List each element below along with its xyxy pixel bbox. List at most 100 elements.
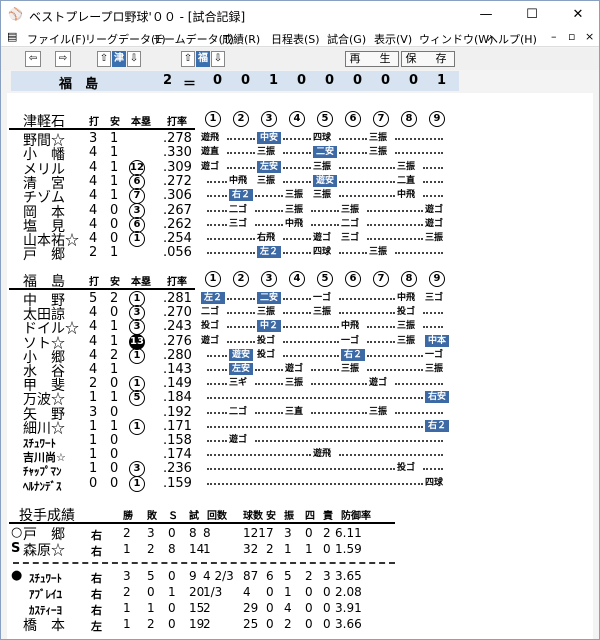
fukushima-player-h: 1 xyxy=(110,319,119,335)
tsugaru-player-avg: .272 xyxy=(163,173,192,189)
game-record-sheet[interactable]: 津軽石打安本塁 打率 1 2 3 4 5 6 7 8 9 野間☆ 3 1.278 遊飛 中安 四球 三振小 幡41… xyxy=(7,93,595,639)
pitching-header: 振 xyxy=(284,511,294,522)
pitcher-stat-h: 2 xyxy=(266,542,274,556)
close-button[interactable]: ✕ xyxy=(555,1,599,29)
fukushima-dots xyxy=(423,468,443,471)
fukushima-at-bat-result: 三振 xyxy=(257,307,276,318)
team1-badge[interactable]: 津 xyxy=(112,51,126,67)
pitcher-stat-l: 2 xyxy=(147,542,155,556)
tsugaru-player-ab: 4 xyxy=(89,145,98,161)
fukushima-at-bat-result: 三振 xyxy=(425,364,444,374)
fukushima-dots xyxy=(207,468,395,471)
fukushima-at-bat-result: 三ギ xyxy=(229,378,248,389)
score-inning-6: 0 xyxy=(353,73,363,88)
fukushima-dots xyxy=(395,411,443,414)
tsugaru-player-avg: .309 xyxy=(163,159,192,175)
tsugaru-dots xyxy=(339,166,395,169)
menu-window[interactable]: ウィンドウ(W) xyxy=(419,31,493,47)
fukushima-dots xyxy=(255,369,283,371)
pitching-header: 球数 xyxy=(243,511,263,522)
fukushima-player-ab: 0 xyxy=(89,475,98,491)
tsugaru-player-ab: 4 xyxy=(89,159,98,175)
menu-game[interactable]: 試合(G) xyxy=(327,31,366,47)
fukushima-player-h: 1 xyxy=(110,390,119,406)
tsugaru-dots xyxy=(207,223,227,226)
fukushima-header-h: 安 xyxy=(110,277,120,288)
fukushima-player-h: 0 xyxy=(110,461,119,477)
fukushima-player-avg: .159 xyxy=(163,475,192,491)
pitching-header: 試 xyxy=(189,511,199,522)
next-arrow-icon[interactable]: ⇨ xyxy=(55,51,71,67)
fukushima-player-ab: 1 xyxy=(89,390,98,406)
team2-badge[interactable]: 福 xyxy=(196,51,210,67)
tsugaru-at-bat-result: 二ゴ xyxy=(229,204,248,215)
fukushima-inning-header-6: 6 xyxy=(345,271,361,287)
tsugaru-at-bat-result: 三振 xyxy=(369,247,388,258)
fukushima-at-bat-result: 一ゴ xyxy=(313,293,332,303)
fukushima-player-h: 0 xyxy=(110,376,119,392)
tsugaru-player-h: 1 xyxy=(110,145,119,161)
team2-down-icon[interactable]: ⇩ xyxy=(211,51,225,67)
tsugaru-dots xyxy=(367,238,423,241)
fukushima-player-ab: 4 xyxy=(89,333,98,349)
prev-arrow-icon[interactable]: ⇦ xyxy=(25,51,41,67)
mdi-close-icon[interactable]: × xyxy=(585,30,594,43)
fukushima-at-bat-result: 三振 xyxy=(397,335,416,346)
team1-up-icon[interactable]: ⇧ xyxy=(97,51,111,67)
mdi-restore-icon[interactable]: ▫ xyxy=(568,30,575,43)
fukushima-player-ab: 2 xyxy=(89,376,98,392)
tsugaru-player-h: 0 xyxy=(110,202,119,218)
fukushima-inning-header-2: 2 xyxy=(233,271,249,287)
fukushima-at-bat-result: 投ゴ xyxy=(397,463,416,474)
pitcher-name: ｽﾁｭﾜｰﾄ xyxy=(29,572,62,585)
tsugaru-dots xyxy=(311,223,339,226)
menu-file[interactable]: ファイル(F) xyxy=(27,31,86,47)
document-icon[interactable]: ▤ xyxy=(7,30,17,43)
tsugaru-player-h: 1 xyxy=(110,245,119,261)
maximize-button[interactable]: ☐ xyxy=(509,1,555,29)
window-title: ベストプレープロ野球'００ - [試合記録] xyxy=(29,10,246,24)
fukushima-player-avg: .171 xyxy=(163,418,192,434)
pitcher-stat-s: 1 xyxy=(168,585,176,599)
fukushima-at-bat-result: 左２ xyxy=(201,292,226,304)
pitcher-mark: ○ xyxy=(11,525,23,540)
fukushima-at-bat-result: 三振 xyxy=(341,364,360,374)
fukushima-player-avg: .276 xyxy=(163,333,192,349)
pitcher-stat-ip: 2 xyxy=(203,617,211,631)
save-button[interactable]: 保 存 xyxy=(401,51,455,67)
pitcher-stat-w: 2 xyxy=(123,526,131,540)
scrollbar[interactable] xyxy=(593,93,599,639)
tsugaru-at-bat-result: 遊安 xyxy=(313,174,338,187)
fukushima-player-hr: 1 xyxy=(129,418,145,435)
menu-view[interactable]: 表示(V) xyxy=(374,31,412,47)
pitcher-stat-ip: 8 xyxy=(203,526,211,540)
fukushima-at-bat-result: 二ゴ xyxy=(201,307,220,318)
menu-help[interactable]: ヘルプ(H) xyxy=(487,31,537,47)
replay-button[interactable]: 再 生 xyxy=(345,51,399,67)
tsugaru-inning-header-3: 3 xyxy=(261,111,277,127)
fukushima-at-bat-result: 中本 xyxy=(425,334,450,347)
pitcher-stat-k: 1 xyxy=(284,542,292,556)
mdi-minimize-icon[interactable]: – xyxy=(551,30,557,43)
tsugaru-player-h: 1 xyxy=(110,159,119,175)
fukushima-player-ab: 3 xyxy=(89,404,98,420)
team2-up-icon[interactable]: ⇧ xyxy=(181,51,195,67)
pitcher-stat-s: 0 xyxy=(168,601,176,615)
fukushima-player-h: 1 xyxy=(110,362,119,377)
tsugaru-dots xyxy=(423,195,443,198)
tsugaru-player-name: 戸 郷 xyxy=(23,247,65,264)
tsugaru-at-bat-result: 左安 xyxy=(257,160,282,173)
minimize-button[interactable]: — xyxy=(463,1,509,29)
team1-down-icon[interactable]: ⇩ xyxy=(127,51,141,67)
score-inning-1: 0 xyxy=(213,73,223,88)
pitcher-stat-np: 25 xyxy=(243,617,259,631)
tsugaru-player-ab: 4 xyxy=(89,202,98,218)
fukushima-at-bat-result: 右２ xyxy=(341,348,366,361)
menu-records[interactable]: 成績(R) xyxy=(222,31,260,47)
pitcher-stat-g: 14 xyxy=(189,542,205,556)
menu-schedule[interactable]: 日程表(S) xyxy=(271,31,320,47)
pitcher-stat-era: 3.91 xyxy=(335,601,362,615)
fukushima-at-bat-result: 遊ゴ xyxy=(201,335,220,346)
tsugaru-player-ab: 2 xyxy=(89,245,98,261)
fukushima-player-hr: 3 xyxy=(129,319,145,336)
